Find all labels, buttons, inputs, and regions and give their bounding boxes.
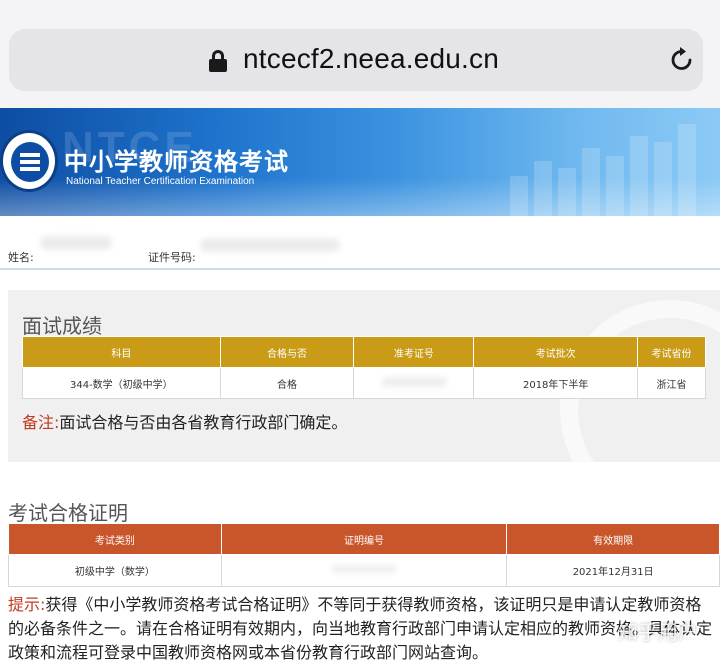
interview-title: 面试成绩 [22,314,102,338]
certificate-tip: 提示:获得《中小学教师资格考试合格证明》不等同于获得教师资格，该证明只是申请认定… [8,593,716,665]
column-header: 考试省份 [637,336,706,368]
ntce-logo-icon [0,130,58,192]
name-label: 姓名: [8,251,34,264]
subject-cell: 344-数学（初级中学） [22,367,221,399]
certificate-table: 考试类别 证明编号 有效期限 初级中学（数学） 2021年12月31日 [8,523,720,587]
certificate-number-cell [220,554,508,587]
ticket-cell [353,367,475,399]
table-row: 初级中学（数学） 2021年12月31日 [8,554,720,587]
table-header-row: 科目 合格与否 准考证号 考试批次 考试省份 [22,336,706,368]
zhihu-watermark: 知乎用户 [618,620,698,644]
browser-toolbar: ntcecf2.neea.edu.cn [0,0,720,108]
banner-decoration [510,118,710,216]
column-header: 准考证号 [353,336,475,368]
address-bar[interactable]: ntcecf2.neea.edu.cn [9,29,703,91]
id-label: 证件号码: [148,251,196,264]
category-cell: 初级中学（数学） [8,554,222,587]
column-header: 证明编号 [220,523,508,555]
column-header: 考试批次 [473,336,639,368]
province-cell: 浙江省 [637,367,706,399]
reload-icon[interactable] [667,45,697,75]
tip-text: 获得《中小学教师资格考试合格证明》不等同于获得教师资格，该证明只是申请认定教师资… [8,595,713,662]
expiry-cell: 2021年12月31日 [506,554,720,587]
result-cell: 合格 [219,367,355,399]
column-header: 合格与否 [219,336,355,368]
id-value-redacted [200,238,340,252]
interview-note: 备注:面试合格与否由各省教育行政部门确定。 [22,409,347,433]
table-row: 344-数学（初级中学） 合格 2018年下半年 浙江省 [22,367,706,399]
batch-cell: 2018年下半年 [473,367,639,399]
candidate-info: 姓名: 证件号码: [0,216,720,270]
banner-title: 中小学教师资格考试 [64,148,289,176]
note-label: 备注: [22,413,60,432]
note-text: 面试合格与否由各省教育行政部门确定。 [59,413,348,432]
interview-table: 科目 合格与否 准考证号 考试批次 考试省份 344-数学（初级中学） 合格 2… [22,336,706,399]
column-header: 有效期限 [506,523,720,555]
url-text[interactable]: ntcecf2.neea.edu.cn [243,43,499,75]
name-value-redacted [40,236,112,250]
interview-section: 面试成绩 科目 合格与否 准考证号 考试批次 考试省份 344-数学（初级中学）… [8,290,720,462]
lock-icon [209,50,227,72]
table-header-row: 考试类别 证明编号 有效期限 [8,523,720,555]
site-banner: NTCE 中小学教师资格考试 National Teacher Certific… [0,108,720,216]
column-header: 考试类别 [8,523,222,555]
tip-label: 提示: [8,595,46,614]
banner-subtitle: National Teacher Certification Examinati… [66,176,255,187]
certificate-title: 考试合格证明 [8,501,128,525]
column-header: 科目 [22,336,221,368]
